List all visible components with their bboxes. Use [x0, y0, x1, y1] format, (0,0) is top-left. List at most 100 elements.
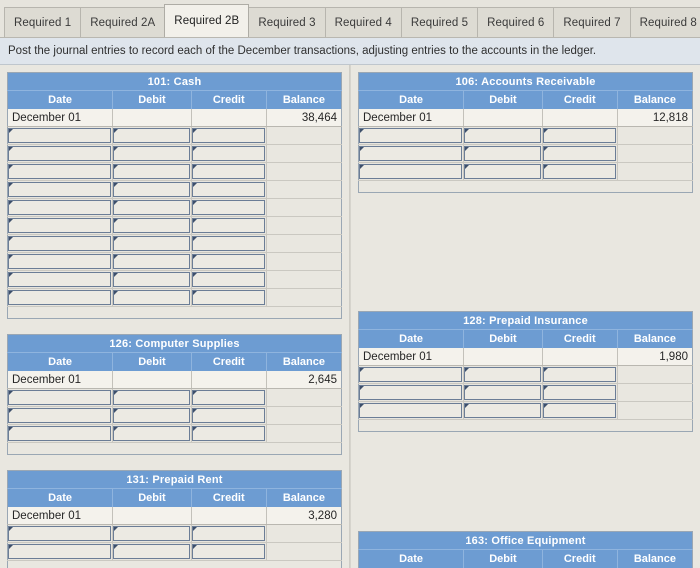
debit-amount-input[interactable]: [113, 544, 190, 559]
date-dropdown-input[interactable]: [359, 164, 463, 179]
debit-amount-input[interactable]: [464, 164, 541, 179]
debit-amount-input[interactable]: [113, 200, 190, 215]
entry-debit-cell[interactable]: [112, 126, 192, 145]
entry-date-cell[interactable]: [7, 252, 113, 271]
tab-required-4[interactable]: Required 4: [324, 7, 402, 37]
entry-debit-cell[interactable]: [463, 365, 543, 384]
entry-debit-cell[interactable]: [112, 234, 192, 253]
credit-amount-input[interactable]: [542, 146, 616, 161]
entry-credit-cell[interactable]: [190, 524, 267, 543]
entry-date-cell[interactable]: [7, 388, 113, 407]
entry-debit-cell[interactable]: [463, 383, 543, 402]
date-dropdown-input[interactable]: [359, 128, 463, 143]
entry-debit-cell[interactable]: [463, 162, 543, 181]
debit-amount-input[interactable]: [113, 526, 190, 541]
entry-debit-cell[interactable]: [112, 252, 192, 271]
entry-date-cell[interactable]: [358, 126, 464, 145]
tab-required-3[interactable]: Required 3: [248, 7, 326, 37]
credit-amount-input[interactable]: [191, 236, 265, 251]
entry-debit-cell[interactable]: [112, 144, 192, 163]
entry-debit-cell[interactable]: [112, 524, 192, 543]
date-dropdown-input[interactable]: [8, 236, 112, 251]
debit-amount-input[interactable]: [113, 426, 190, 441]
date-dropdown-input[interactable]: [8, 390, 112, 405]
debit-amount-input[interactable]: [113, 128, 190, 143]
entry-date-cell[interactable]: [7, 288, 113, 307]
credit-amount-input[interactable]: [542, 128, 616, 143]
credit-amount-input[interactable]: [191, 200, 265, 215]
entry-debit-cell[interactable]: [112, 270, 192, 289]
entry-debit-cell[interactable]: [112, 542, 192, 561]
entry-debit-cell[interactable]: [112, 424, 192, 443]
entry-date-cell[interactable]: [7, 234, 113, 253]
credit-amount-input[interactable]: [191, 544, 265, 559]
credit-amount-input[interactable]: [191, 218, 265, 233]
entry-credit-cell[interactable]: [541, 126, 618, 145]
entry-date-cell[interactable]: [7, 198, 113, 217]
credit-amount-input[interactable]: [191, 390, 265, 405]
debit-amount-input[interactable]: [113, 218, 190, 233]
debit-amount-input[interactable]: [113, 182, 190, 197]
credit-amount-input[interactable]: [191, 290, 265, 305]
entry-debit-cell[interactable]: [463, 144, 543, 163]
entry-credit-cell[interactable]: [190, 388, 267, 407]
entry-credit-cell[interactable]: [190, 180, 267, 199]
entry-date-cell[interactable]: [358, 162, 464, 181]
entry-credit-cell[interactable]: [190, 288, 267, 307]
date-dropdown-input[interactable]: [8, 544, 112, 559]
debit-amount-input[interactable]: [464, 367, 541, 382]
tab-required-7[interactable]: Required 7: [553, 7, 631, 37]
entry-date-cell[interactable]: [7, 542, 113, 561]
debit-amount-input[interactable]: [464, 128, 541, 143]
date-dropdown-input[interactable]: [8, 200, 112, 215]
tab-required-1[interactable]: Required 1: [4, 7, 82, 37]
credit-amount-input[interactable]: [542, 164, 616, 179]
entry-date-cell[interactable]: [7, 270, 113, 289]
entry-date-cell[interactable]: [7, 424, 113, 443]
entry-credit-cell[interactable]: [541, 144, 618, 163]
entry-credit-cell[interactable]: [190, 144, 267, 163]
credit-amount-input[interactable]: [191, 182, 265, 197]
credit-amount-input[interactable]: [191, 408, 265, 423]
debit-amount-input[interactable]: [113, 390, 190, 405]
debit-amount-input[interactable]: [113, 254, 190, 269]
credit-amount-input[interactable]: [191, 164, 265, 179]
tab-required-8[interactable]: Required 8: [629, 7, 700, 37]
credit-amount-input[interactable]: [542, 403, 616, 418]
entry-debit-cell[interactable]: [112, 288, 192, 307]
tab-required-6[interactable]: Required 6: [477, 7, 555, 37]
entry-date-cell[interactable]: [358, 383, 464, 402]
entry-debit-cell[interactable]: [112, 388, 192, 407]
entry-debit-cell[interactable]: [463, 401, 543, 420]
credit-amount-input[interactable]: [191, 254, 265, 269]
credit-amount-input[interactable]: [191, 272, 265, 287]
date-dropdown-input[interactable]: [8, 146, 112, 161]
debit-amount-input[interactable]: [464, 385, 541, 400]
debit-amount-input[interactable]: [113, 164, 190, 179]
debit-amount-input[interactable]: [113, 290, 190, 305]
entry-debit-cell[interactable]: [112, 180, 192, 199]
date-dropdown-input[interactable]: [359, 367, 463, 382]
entry-credit-cell[interactable]: [190, 424, 267, 443]
entry-credit-cell[interactable]: [190, 198, 267, 217]
date-dropdown-input[interactable]: [8, 526, 112, 541]
entry-credit-cell[interactable]: [190, 406, 267, 425]
credit-amount-input[interactable]: [191, 128, 265, 143]
entry-credit-cell[interactable]: [190, 234, 267, 253]
entry-debit-cell[interactable]: [463, 126, 543, 145]
date-dropdown-input[interactable]: [359, 403, 463, 418]
tab-required-5[interactable]: Required 5: [400, 7, 479, 37]
date-dropdown-input[interactable]: [8, 164, 112, 179]
entry-credit-cell[interactable]: [541, 162, 618, 181]
entry-date-cell[interactable]: [7, 216, 113, 235]
date-dropdown-input[interactable]: [8, 254, 112, 269]
entry-date-cell[interactable]: [7, 180, 113, 199]
entry-debit-cell[interactable]: [112, 198, 192, 217]
entry-credit-cell[interactable]: [190, 126, 267, 145]
entry-debit-cell[interactable]: [112, 216, 192, 235]
date-dropdown-input[interactable]: [8, 408, 112, 423]
debit-amount-input[interactable]: [113, 236, 190, 251]
entry-date-cell[interactable]: [7, 524, 113, 543]
date-dropdown-input[interactable]: [8, 272, 112, 287]
entry-credit-cell[interactable]: [190, 542, 267, 561]
